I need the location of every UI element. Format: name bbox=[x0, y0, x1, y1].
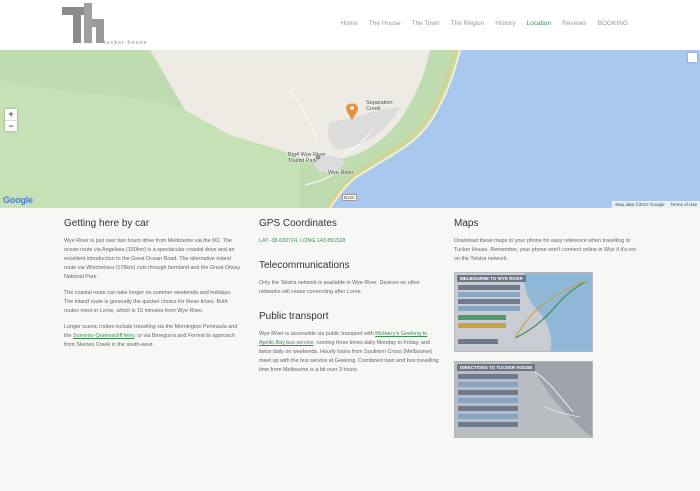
zoom-in-button[interactable]: + bbox=[5, 109, 17, 120]
map-label-caravan-park: Big4 Wye River Tourist Park bbox=[288, 152, 326, 164]
directions-map-thumbnail[interactable]: DIRECTIONS TO TUCKER HOUSE bbox=[454, 361, 593, 438]
zoom-out-button[interactable]: − bbox=[5, 120, 17, 131]
nav-booking[interactable]: BOOKING bbox=[598, 20, 628, 27]
transport-text: Wye River is accessible via public trans… bbox=[259, 331, 439, 373]
nav-reviews[interactable]: Reviews bbox=[562, 20, 587, 27]
maps-text: Download these maps to your phone for ea… bbox=[454, 238, 636, 262]
map-terms-link[interactable]: Terms of Use bbox=[670, 201, 697, 208]
maps-title: Maps bbox=[454, 218, 479, 229]
map-data-credit: Map data ©2017 Google bbox=[615, 202, 665, 207]
nav-location[interactable]: Location bbox=[527, 20, 552, 27]
nav-history[interactable]: History bbox=[495, 20, 515, 27]
location-map[interactable]: + − Separation Creek Big4 Wye River Tour… bbox=[0, 50, 700, 208]
map-label-separation-creek: Separation Creek bbox=[366, 100, 393, 112]
fullscreen-icon[interactable] bbox=[688, 53, 697, 62]
main-nav: Home The House The Town The Region Histo… bbox=[340, 20, 628, 27]
map-label-wye-river: Wye River bbox=[328, 170, 354, 176]
telecom-text: Only the Telstra network is available in… bbox=[259, 280, 421, 295]
ferry-link[interactable]: Sorrento-Queenscliff ferry bbox=[73, 333, 134, 339]
map-footer: Map data ©2017 Google Terms of Use bbox=[612, 201, 700, 208]
thumb1-title: MELBOURNE TO WYE RIVER bbox=[457, 275, 526, 282]
maps-section: Maps Download these maps to your phone f… bbox=[454, 218, 639, 271]
car-directions-section: Getting here by car Wye River is just ov… bbox=[64, 218, 242, 357]
nav-the-town[interactable]: The Town bbox=[412, 20, 440, 27]
nav-the-house[interactable]: The House bbox=[369, 20, 401, 27]
car-paragraph-2: The coastal route can take longer on sum… bbox=[64, 290, 232, 314]
gps-section: GPS Coordinates LAT -38.630724, LONG 143… bbox=[259, 218, 439, 382]
nav-the-region[interactable]: The Region bbox=[451, 20, 485, 27]
zoom-controls: + − bbox=[5, 109, 17, 131]
gps-value: LAT -38.630724, LONG 143.891528 bbox=[259, 238, 346, 244]
transport-title: Public transport bbox=[259, 311, 329, 322]
telecom-title: Telecommunications bbox=[259, 260, 350, 271]
car-paragraph-1: Wye River is just over two hours drive f… bbox=[64, 238, 241, 280]
google-logo: Google bbox=[3, 195, 33, 205]
nav-home[interactable]: Home bbox=[340, 20, 357, 27]
logo-text: tucker house bbox=[104, 40, 148, 46]
gps-title: GPS Coordinates bbox=[259, 218, 337, 229]
melbourne-map-thumbnail[interactable]: MELBOURNE TO WYE RIVER bbox=[454, 272, 593, 352]
car-title: Getting here by car bbox=[64, 218, 150, 229]
map-canvas bbox=[0, 50, 461, 208]
car-paragraph-3: Longer scenic routes include travelling … bbox=[64, 324, 238, 348]
site-header: tucker house Home The House The Town The… bbox=[0, 0, 700, 50]
thumb2-title: DIRECTIONS TO TUCKER HOUSE bbox=[457, 364, 536, 371]
road-shield: B100 bbox=[342, 194, 357, 201]
